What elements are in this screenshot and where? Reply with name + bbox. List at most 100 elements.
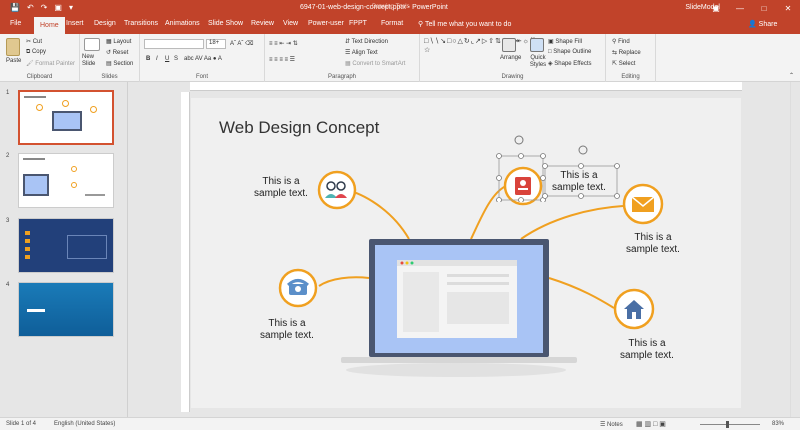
copy-button[interactable]: ⧉ Copy bbox=[26, 49, 46, 56]
present-icon[interactable]: ▣ bbox=[54, 3, 62, 12]
phone-icon[interactable] bbox=[278, 268, 318, 308]
ribbon-display-icon[interactable]: ▣ bbox=[704, 0, 728, 17]
align-text-button[interactable]: ☰ Align Text bbox=[345, 49, 378, 56]
customize-icon[interactable]: ▾ bbox=[69, 3, 73, 12]
shape-outline-label: Shape Outline bbox=[553, 49, 592, 55]
slide-thumbnail-4[interactable] bbox=[18, 282, 114, 337]
font-group-label: Font bbox=[195, 74, 208, 80]
sample-text-1[interactable]: This is a sample text. bbox=[249, 176, 313, 200]
tab-fppt[interactable]: FPPT bbox=[349, 20, 367, 27]
quick-styles-button[interactable]: Quick Styles bbox=[526, 55, 550, 69]
list-icons[interactable]: ≡ ≡ ⇤ ⇥ ⇅ bbox=[269, 40, 298, 47]
reset-button[interactable]: ↺ Reset bbox=[106, 49, 128, 56]
thumb-circle bbox=[62, 100, 69, 107]
arrange-button[interactable]: Arrange bbox=[500, 55, 521, 61]
layout-button[interactable]: ▦ Layout bbox=[106, 38, 131, 45]
section-label: Section bbox=[113, 61, 134, 67]
notes-button[interactable]: ☰ Notes bbox=[600, 421, 623, 428]
align-icons[interactable]: ≡ ≡ ≡ ≡ ☰ bbox=[269, 56, 295, 63]
arrange-icon[interactable] bbox=[502, 38, 516, 52]
paste-button[interactable]: Paste bbox=[6, 58, 21, 64]
editing-group-label: Editing bbox=[621, 74, 640, 80]
tab-review[interactable]: Review bbox=[251, 20, 274, 27]
thumb-circle bbox=[90, 106, 97, 113]
slide-thumbnail-2[interactable] bbox=[18, 153, 114, 208]
context-tab-label: Drawing Tools bbox=[372, 4, 410, 10]
sample-text-2[interactable]: This is a sample text. bbox=[255, 318, 319, 342]
zoom-slider-thumb[interactable] bbox=[726, 421, 729, 428]
tab-design[interactable]: Design bbox=[94, 20, 116, 27]
copy-label: Copy bbox=[31, 49, 46, 55]
group-paragraph: ≡ ≡ ⇤ ⇥ ⇅ ≡ ≡ ≡ ≡ ☰ ⇵ Text Direction ☰ A… bbox=[265, 34, 420, 82]
font-name-box[interactable] bbox=[144, 39, 204, 49]
new-slide-icon[interactable] bbox=[84, 38, 100, 51]
users-icon[interactable] bbox=[317, 170, 357, 210]
font-misc-icons[interactable]: abc AV Aa ● A bbox=[184, 56, 222, 62]
ribbon-tabs: File Home Insert Design Transitions Anim… bbox=[0, 17, 800, 34]
replace-button[interactable]: ⇆ Replace bbox=[612, 49, 641, 56]
shadow-button[interactable]: S bbox=[174, 56, 178, 62]
convert-smartart-button[interactable]: ▦ Convert to SmartArt bbox=[345, 60, 405, 67]
maximize-icon[interactable]: □ bbox=[752, 0, 776, 17]
redo-icon[interactable]: ↷ bbox=[41, 3, 48, 12]
thumb-number: 1 bbox=[6, 90, 10, 96]
italic-button[interactable]: I bbox=[156, 56, 158, 62]
text-direction-button[interactable]: ⇵ Text Direction bbox=[345, 38, 388, 45]
tab-power-user[interactable]: Power-user bbox=[308, 20, 344, 27]
mail-icon[interactable] bbox=[621, 182, 665, 226]
view-buttons[interactable]: ▦ ▥ □ ▣ bbox=[636, 420, 666, 428]
undo-icon[interactable]: ↶ bbox=[27, 3, 34, 12]
shape-effects-button[interactable]: ◈ Shape Effects bbox=[548, 60, 592, 67]
close-icon[interactable]: ✕ bbox=[776, 0, 800, 17]
paste-icon[interactable] bbox=[6, 38, 20, 56]
tell-me-search[interactable]: ⚲ Tell me what you want to do bbox=[418, 20, 511, 28]
shape-fill-button[interactable]: ▣ Shape Fill bbox=[548, 38, 582, 45]
tab-animations[interactable]: Animations bbox=[165, 20, 200, 27]
horizontal-ruler bbox=[190, 82, 742, 91]
home-icon[interactable] bbox=[612, 287, 656, 331]
sample-text-4[interactable]: This is a sample text. bbox=[621, 232, 685, 256]
thumb-box bbox=[67, 235, 107, 259]
tab-file[interactable]: File bbox=[10, 20, 21, 27]
select-button[interactable]: ⇱ Select bbox=[612, 60, 635, 67]
zoom-level[interactable]: 83% bbox=[772, 421, 784, 427]
quick-styles-icon[interactable] bbox=[530, 38, 544, 52]
vertical-scrollbar[interactable] bbox=[790, 82, 800, 417]
shape-outline-button[interactable]: □ Shape Outline bbox=[548, 49, 591, 55]
thumb-circle bbox=[71, 166, 77, 172]
collapse-ribbon-icon[interactable]: ⌃ bbox=[789, 72, 794, 79]
thumb-number: 4 bbox=[6, 282, 10, 288]
font-size-box[interactable]: 18+ bbox=[206, 39, 226, 49]
format-painter-button[interactable]: 🖌 Format Painter bbox=[26, 60, 75, 67]
font-grow-shrink-icon[interactable]: Aˆ Aˇ ⌫ bbox=[230, 40, 254, 47]
tab-transitions[interactable]: Transitions bbox=[124, 20, 158, 27]
new-slide-button[interactable]: New Slide bbox=[82, 54, 104, 68]
save-icon[interactable]: 💾 bbox=[10, 3, 20, 12]
zoom-slider[interactable] bbox=[700, 424, 760, 425]
convert-smartart-label: Convert to SmartArt bbox=[352, 61, 406, 67]
sample-text-5[interactable]: This is a sample text. bbox=[615, 338, 679, 362]
slide-thumbnails-pane: 1 2 3 4 bbox=[0, 82, 128, 417]
slide-canvas[interactable]: Web Design Concept This is a sample text… bbox=[191, 98, 741, 408]
share-button[interactable]: 👤 Share bbox=[748, 20, 777, 28]
slides-group-label: Slides bbox=[101, 74, 118, 80]
find-button[interactable]: ⚲ Find bbox=[612, 38, 630, 45]
minimize-icon[interactable]: — bbox=[728, 0, 752, 17]
bold-button[interactable]: B bbox=[146, 56, 150, 62]
underline-button[interactable]: U bbox=[165, 56, 169, 62]
tab-insert[interactable]: Insert bbox=[66, 20, 84, 27]
slide-thumbnail-1[interactable] bbox=[18, 90, 114, 145]
slide-thumbnail-3[interactable] bbox=[18, 218, 114, 273]
window-controls: ▣ — □ ✕ bbox=[704, 0, 800, 17]
tab-slide-show[interactable]: Slide Show bbox=[208, 20, 243, 27]
shapes-gallery[interactable]: □∖∖↘□○△↻⌞↗▷⇧⇅✳↠↞☼{}☆ bbox=[424, 37, 536, 67]
tab-view[interactable]: View bbox=[283, 20, 298, 27]
cut-button[interactable]: ✂ Cut bbox=[26, 38, 42, 45]
language-indicator[interactable]: English (United States) bbox=[54, 421, 115, 427]
tell-me-text: Tell me what you want to do bbox=[424, 21, 512, 28]
tab-home[interactable]: Home bbox=[34, 17, 65, 34]
section-button[interactable]: ▤ Section bbox=[106, 60, 133, 67]
tab-format[interactable]: Format bbox=[381, 20, 403, 27]
sample-text-3[interactable]: This is a sample text. bbox=[547, 170, 611, 194]
title-bar: 💾 ↶ ↷ ▣ ▾ 6947-01-web-design-concept.ppt… bbox=[0, 0, 800, 17]
